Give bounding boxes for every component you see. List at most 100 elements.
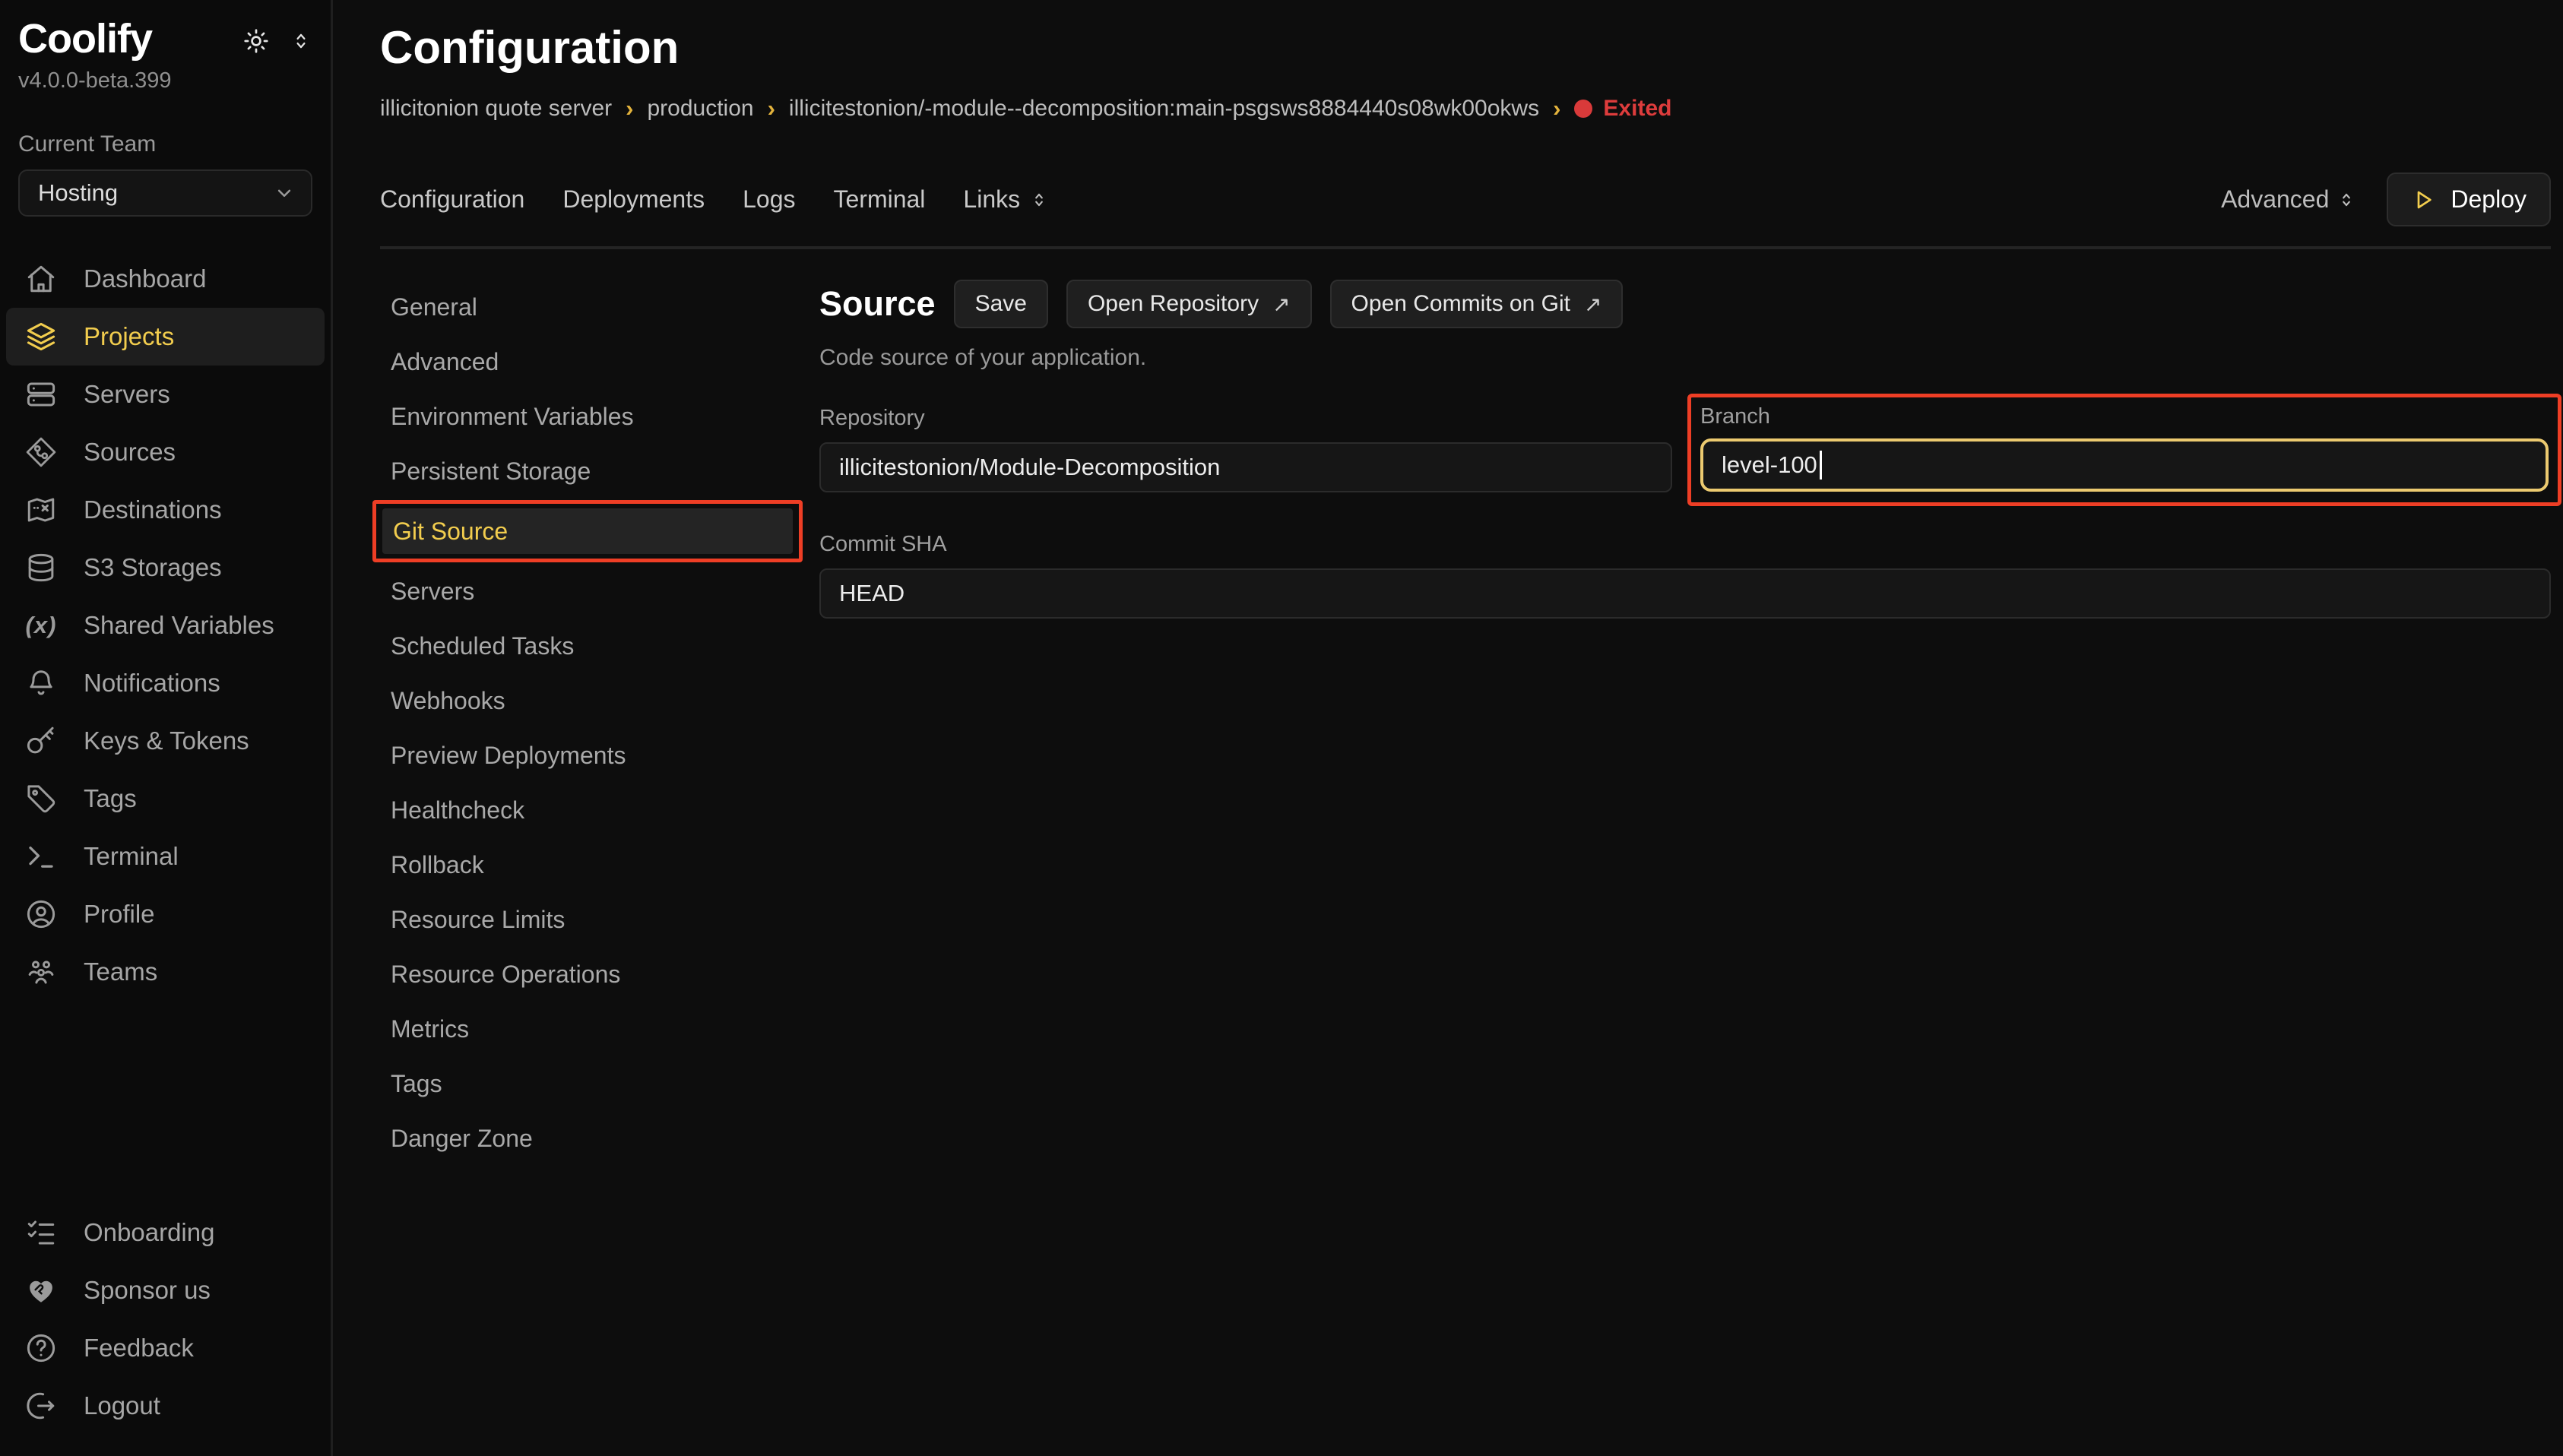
main-content: Configuration illicitonion quote server … bbox=[333, 0, 2563, 1456]
advanced-dropdown[interactable]: Advanced bbox=[2221, 185, 2356, 214]
save-button[interactable]: Save bbox=[954, 280, 1048, 328]
sidebar-item-servers[interactable]: Servers bbox=[6, 366, 325, 423]
tab-terminal[interactable]: Terminal bbox=[833, 185, 925, 214]
key-icon bbox=[24, 725, 58, 757]
sidebar-item-tags[interactable]: Tags bbox=[6, 770, 325, 828]
advanced-label: Advanced bbox=[2221, 185, 2329, 214]
sidebar-nav: Dashboard Projects Servers Sources Desti… bbox=[0, 250, 331, 1001]
subnav-item-rollback[interactable]: Rollback bbox=[380, 837, 797, 892]
subnav-item-advanced[interactable]: Advanced bbox=[380, 334, 797, 389]
sidebar-item-sponsor-us[interactable]: Sponsor us bbox=[6, 1261, 325, 1319]
sidebar-item-feedback[interactable]: Feedback bbox=[6, 1319, 325, 1377]
status-badge: Exited bbox=[1574, 96, 1671, 122]
sidebar-item-dashboard[interactable]: Dashboard bbox=[6, 250, 325, 308]
team-select[interactable]: Hosting bbox=[18, 169, 312, 217]
sidebar-footer: Onboarding Sponsor us Feedback Logout bbox=[0, 1204, 331, 1435]
database-icon bbox=[24, 552, 58, 584]
subnav-item-git-source[interactable]: Git Source bbox=[382, 508, 793, 554]
tab-links-label: Links bbox=[963, 185, 1020, 214]
logout-icon bbox=[24, 1390, 58, 1422]
help-circle-icon bbox=[24, 1332, 58, 1364]
sidebar-header-icons bbox=[242, 27, 312, 55]
theme-sun-icon[interactable] bbox=[242, 27, 270, 55]
sidebar-item-label: Projects bbox=[84, 322, 174, 351]
subnav-item-resource-limits[interactable]: Resource Limits bbox=[380, 892, 797, 947]
subnav-item-healthcheck[interactable]: Healthcheck bbox=[380, 783, 797, 837]
form-grid: Repository illicitestonion/Module-Decomp… bbox=[819, 406, 2551, 619]
bell-icon bbox=[24, 667, 58, 699]
sidebar-item-label: Servers bbox=[84, 380, 170, 409]
commit-sha-value: HEAD bbox=[839, 580, 904, 607]
subnav-item-general[interactable]: General bbox=[380, 280, 797, 334]
subnav-item-preview-deployments[interactable]: Preview Deployments bbox=[380, 728, 797, 783]
tab-configuration[interactable]: Configuration bbox=[380, 185, 524, 214]
sidebar-item-onboarding[interactable]: Onboarding bbox=[6, 1204, 325, 1261]
sidebar-spacer bbox=[0, 1001, 331, 1204]
branch-label: Branch bbox=[1700, 404, 2549, 429]
subnav-item-persistent-storage[interactable]: Persistent Storage bbox=[380, 444, 797, 499]
theme-chevrons-up-down-icon[interactable] bbox=[290, 30, 312, 52]
open-commits-label: Open Commits on Git bbox=[1351, 291, 1570, 317]
source-heading: Source bbox=[819, 284, 936, 324]
tab-logs[interactable]: Logs bbox=[743, 185, 795, 214]
team-select-value: Hosting bbox=[38, 179, 118, 207]
git-source-annotation-box: Git Source bbox=[372, 500, 803, 562]
sidebar-item-shared-variables[interactable]: (x) Shared Variables bbox=[6, 597, 325, 654]
branch-input[interactable]: level-100 bbox=[1700, 438, 2549, 492]
tab-divider bbox=[380, 246, 2551, 249]
subnav-item-servers[interactable]: Servers bbox=[380, 564, 797, 619]
source-description: Code source of your application. bbox=[819, 345, 2551, 371]
sidebar-item-label: Terminal bbox=[84, 842, 179, 871]
deploy-button[interactable]: Deploy bbox=[2387, 173, 2551, 226]
subnav-item-environment-variables[interactable]: Environment Variables bbox=[380, 389, 797, 444]
subnav-item-tags[interactable]: Tags bbox=[380, 1056, 797, 1111]
breadcrumb-application[interactable]: illicitestonion/-module--decomposition:m… bbox=[789, 96, 1539, 122]
map-icon bbox=[24, 494, 58, 526]
sidebar-item-notifications[interactable]: Notifications bbox=[6, 654, 325, 712]
tab-deployments[interactable]: Deployments bbox=[562, 185, 705, 214]
breadcrumb-environment[interactable]: production bbox=[647, 96, 753, 122]
subnav-item-webhooks[interactable]: Webhooks bbox=[380, 673, 797, 728]
sidebar-item-label: Teams bbox=[84, 957, 157, 986]
sidebar-item-destinations[interactable]: Destinations bbox=[6, 481, 325, 539]
sidebar-item-projects[interactable]: Projects bbox=[6, 308, 325, 366]
terminal-icon bbox=[24, 840, 58, 872]
branch-annotation-box: Branch level-100 bbox=[1687, 394, 2561, 506]
server-icon bbox=[24, 378, 58, 410]
sidebar-item-label: Keys & Tokens bbox=[84, 726, 249, 755]
sidebar-item-teams[interactable]: Teams bbox=[6, 943, 325, 1001]
sidebar-header: Coolify v4.0.0-beta.399 Current Team Hos… bbox=[0, 15, 331, 217]
sidebar-item-logout[interactable]: Logout bbox=[6, 1377, 325, 1435]
sidebar-item-keys-tokens[interactable]: Keys & Tokens bbox=[6, 712, 325, 770]
tag-icon bbox=[24, 783, 58, 815]
settings-subnav: General Advanced Environment Variables P… bbox=[380, 280, 797, 1456]
users-icon bbox=[24, 956, 58, 988]
branch-value: level-100 bbox=[1722, 451, 1817, 479]
commit-sha-input[interactable]: HEAD bbox=[819, 568, 2551, 619]
subnav-item-danger-zone[interactable]: Danger Zone bbox=[380, 1111, 797, 1166]
subnav-item-metrics[interactable]: Metrics bbox=[380, 1002, 797, 1056]
tab-links-dropdown[interactable]: Links bbox=[963, 185, 1049, 214]
sidebar-item-s3-storages[interactable]: S3 Storages bbox=[6, 539, 325, 597]
sidebar-item-label: S3 Storages bbox=[84, 553, 222, 582]
breadcrumb-project[interactable]: illicitonion quote server bbox=[380, 96, 612, 122]
sidebar-item-sources[interactable]: Sources bbox=[6, 423, 325, 481]
user-circle-icon bbox=[24, 898, 58, 930]
sidebar-item-label: Logout bbox=[84, 1391, 160, 1420]
commit-sha-label: Commit SHA bbox=[819, 532, 2551, 557]
chevron-down-icon bbox=[273, 182, 296, 204]
repository-field: Repository illicitestonion/Module-Decomp… bbox=[819, 406, 1672, 506]
repository-input[interactable]: illicitestonion/Module-Decomposition bbox=[819, 442, 1672, 492]
open-commits-button[interactable]: Open Commits on Git ↗ bbox=[1330, 280, 1624, 328]
sidebar-item-profile[interactable]: Profile bbox=[6, 885, 325, 943]
open-repository-button[interactable]: Open Repository ↗ bbox=[1066, 280, 1312, 328]
play-icon bbox=[2411, 188, 2435, 212]
subnav-item-resource-operations[interactable]: Resource Operations bbox=[380, 947, 797, 1002]
external-link-icon: ↗ bbox=[1584, 292, 1601, 317]
sidebar-item-label: Sponsor us bbox=[84, 1276, 211, 1305]
sidebar-item-terminal[interactable]: Terminal bbox=[6, 828, 325, 885]
source-form-header: Source Save Open Repository ↗ Open Commi… bbox=[819, 280, 2551, 328]
home-icon bbox=[24, 263, 58, 295]
subnav-item-scheduled-tasks[interactable]: Scheduled Tasks bbox=[380, 619, 797, 673]
app-logo: Coolify bbox=[18, 15, 152, 62]
